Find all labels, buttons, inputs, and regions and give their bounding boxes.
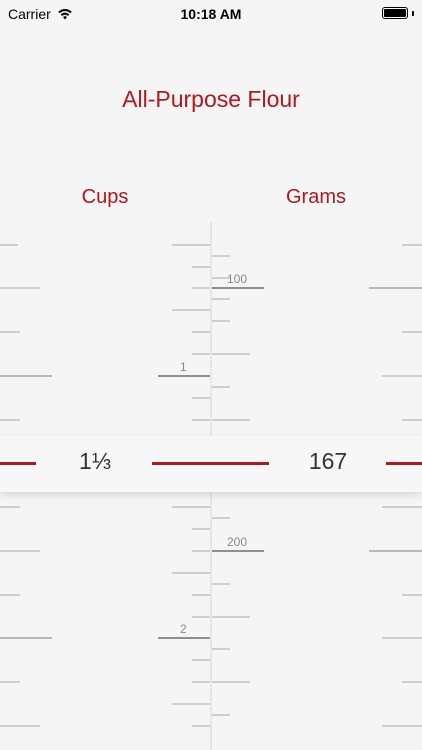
- ruler-tick: [192, 550, 210, 552]
- ruler-tick: [212, 353, 250, 355]
- ruler-tick: [192, 616, 210, 618]
- ruler-tick: [0, 681, 20, 683]
- ingredient-title: All-Purpose Flour: [122, 86, 300, 112]
- ruler-tick: [0, 594, 20, 596]
- ruler-tick: [172, 506, 210, 508]
- ruler-tick: [172, 572, 210, 574]
- status-right: [382, 7, 414, 19]
- ruler-tick: [212, 648, 230, 650]
- ruler-tick: [0, 725, 40, 727]
- ruler-tick-major: [212, 550, 264, 552]
- cups-tick-label: 1: [180, 360, 187, 374]
- ruler-tick: [192, 287, 210, 289]
- grams-column-header: Grams: [286, 186, 346, 208]
- ruler-tick: [192, 681, 210, 683]
- ruler-tick: [382, 506, 422, 508]
- ruler-tick: [212, 616, 250, 618]
- ruler-tick: [192, 725, 210, 727]
- ruler-tick-major: [158, 375, 210, 377]
- ruler-tick: [0, 244, 18, 246]
- ruler-tick: [172, 309, 210, 311]
- ruler-tick: [0, 331, 20, 333]
- grams-tick-label: 200: [227, 535, 248, 549]
- red-indicator-center: [152, 462, 269, 465]
- ruler-tick: [0, 419, 20, 421]
- ruler-tick: [382, 375, 422, 377]
- ruler-tick: [0, 506, 20, 508]
- cups-column-header: Cups: [81, 186, 129, 208]
- ruler-tick: [402, 244, 422, 246]
- ruler-tick-major: [158, 637, 210, 639]
- ruler-tick: [192, 397, 210, 399]
- ruler-tick: [402, 594, 422, 596]
- ruler-tick: [192, 331, 210, 333]
- ruler-tick: [212, 320, 230, 322]
- status-bar: Carrier 10:18 AM: [0, 0, 422, 30]
- ruler-tick: [192, 266, 210, 268]
- ruler-tick: [402, 419, 422, 421]
- battery-tip: [412, 10, 414, 16]
- ruler-tick: [369, 287, 422, 289]
- ruler-tick: [212, 681, 250, 683]
- ruler-tick: [212, 583, 230, 585]
- ruler-tick: [0, 375, 52, 377]
- ruler-tick: [212, 255, 230, 257]
- ruler-tick-major: [212, 287, 264, 289]
- red-indicator-left: [0, 462, 36, 465]
- ruler-tick: [0, 287, 40, 289]
- ruler-tick: [212, 298, 230, 300]
- ruler-tick: [192, 594, 210, 596]
- ruler-tick: [212, 419, 250, 421]
- ruler-tick: [212, 517, 230, 519]
- ruler-tick: [382, 637, 422, 639]
- red-indicator-right: [386, 462, 422, 465]
- ruler-tick: [402, 331, 422, 333]
- ruler-tick: [0, 550, 40, 552]
- ruler-tick: [192, 353, 210, 355]
- ruler-tick: [402, 681, 422, 683]
- grams-value: 167: [308, 448, 348, 474]
- ruler-tick: [382, 725, 422, 727]
- cups-tick-label: 2: [180, 622, 187, 636]
- ruler-tick: [192, 528, 210, 530]
- ruler-tick: [369, 550, 422, 552]
- grams-tick-label: 100: [227, 272, 248, 286]
- ruler-tick: [0, 637, 52, 639]
- ruler-tick: [172, 703, 210, 705]
- cups-value: 1⅓: [79, 448, 111, 474]
- ruler-tick: [212, 386, 230, 388]
- ruler-tick: [192, 419, 210, 421]
- ruler-tick: [192, 659, 210, 661]
- ruler-tick: [212, 714, 230, 716]
- ruler-tick: [172, 244, 210, 246]
- battery-icon: [382, 7, 408, 19]
- status-time: 10:18 AM: [180, 6, 242, 22]
